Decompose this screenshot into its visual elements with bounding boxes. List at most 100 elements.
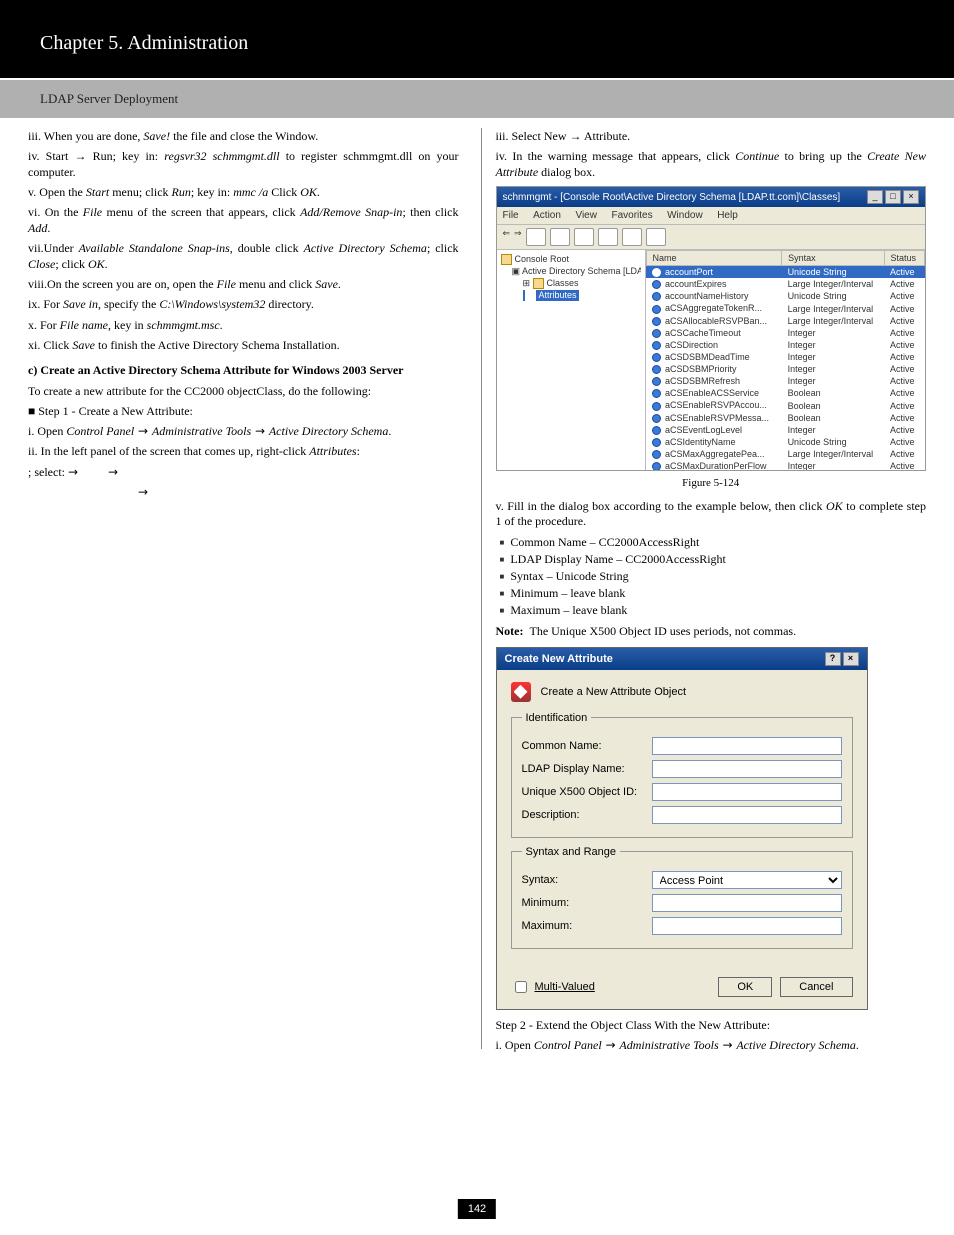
back-icon[interactable]: ⇐ [503, 228, 511, 246]
window-buttons[interactable]: _□× [865, 190, 919, 204]
page-number: 142 [458, 1199, 496, 1219]
mmc-title: schmmgmt - [Console Root\Active Director… [503, 192, 841, 203]
bullet-1: Common Name – CC2000AccessRight [496, 535, 927, 550]
table-row[interactable]: aCSMaxDurationPerFlowIntegerActive [646, 460, 925, 470]
step1-heading: ■ Step 1 - Create a New Attribute: [28, 404, 459, 419]
step-xi: xi. Click Save to finish the Active Dire… [28, 338, 459, 353]
oid-input[interactable] [652, 783, 842, 801]
col-syntax[interactable]: Syntax [782, 251, 884, 266]
multi-valued-checkbox[interactable]: Multi-Valued [511, 978, 595, 996]
col-name[interactable]: Name [646, 251, 782, 266]
tree-root[interactable]: Console Root [515, 254, 570, 264]
step2-i: i. Open Control Panel → Administrative T… [496, 1038, 927, 1053]
table-row[interactable]: aCSDSBMRefreshIntegerActive [646, 375, 925, 387]
tool-icon[interactable] [574, 228, 594, 246]
step-iv: iv. Start → Run; key in: regsvr32 schmmg… [28, 149, 459, 180]
description-label: Description: [522, 809, 652, 821]
mmc-tree[interactable]: Console Root ▣ Active Directory Schema [… [497, 250, 646, 470]
note: Note:The Unique X500 Object ID uses peri… [496, 624, 927, 639]
syntax-range-legend: Syntax and Range [522, 846, 621, 858]
bullet-5: Maximum – leave blank [496, 603, 927, 618]
table-row[interactable]: aCSEnableACSServiceBooleanActive [646, 387, 925, 399]
step-x: x. For File name, key in schmmgmt.msc. [28, 318, 459, 333]
maximum-label: Maximum: [522, 920, 652, 932]
step-v: v. Open the Start menu; click Run; key i… [28, 185, 459, 200]
close-icon: × [903, 190, 919, 204]
cancel-button[interactable]: Cancel [780, 977, 852, 997]
table-row[interactable]: aCSDSBMDeadTimeIntegerActive [646, 351, 925, 363]
section-title: LDAP Server Deployment [40, 91, 178, 107]
oid-label: Unique X500 Object ID: [522, 786, 652, 798]
r-step-iii: iii. Select New → Attribute. [496, 129, 927, 144]
step-ix: ix. For Save in, specify the C:\Windows\… [28, 297, 459, 312]
step-vii: vii.Under Available Standalone Snap-ins,… [28, 241, 459, 272]
left-select-arrow: ; select: → → [28, 465, 459, 480]
menu-view[interactable]: View [575, 210, 597, 221]
tree-schema[interactable]: Active Directory Schema [LDAP.tt.com] [522, 266, 640, 276]
table-row[interactable]: aCSCacheTimeoutIntegerActive [646, 327, 925, 339]
c-intro: To create a new attribute for the CC2000… [28, 384, 459, 399]
col-status[interactable]: Status [884, 251, 924, 266]
bullet-4: Minimum – leave blank [496, 586, 927, 601]
menu-file[interactable]: File [503, 210, 519, 221]
step-viii: viii.On the screen you are on, open the … [28, 277, 459, 292]
syntax-range-group: Syntax and Range Syntax:Access Point Min… [511, 846, 853, 949]
folder-icon [501, 254, 512, 265]
column-divider [481, 128, 482, 1049]
menu-action[interactable]: Action [533, 210, 561, 221]
table-row[interactable]: accountNameHistoryUnicode StringActive [646, 290, 925, 302]
minimum-input[interactable] [652, 894, 842, 912]
description-input[interactable] [652, 806, 842, 824]
dialog-titlebar[interactable]: Create New Attribute ?× [497, 648, 867, 670]
fwd-icon[interactable]: ⇒ [514, 228, 522, 246]
folder-icon [533, 278, 544, 289]
common-name-label: Common Name: [522, 740, 652, 752]
left-extra-arrow: → [138, 485, 459, 500]
chapter-title: Chapter 5. Administration [40, 32, 248, 55]
mmc-toolbar[interactable]: ⇐⇒ [497, 225, 926, 250]
r-step-iv: iv. In the warning message that appears,… [496, 149, 927, 180]
attribute-icon [511, 682, 531, 702]
table-row[interactable]: aCSEnableRSVPAccou...BooleanActive [646, 399, 925, 411]
step1-i: i. Open Control Panel → Administrative T… [28, 424, 459, 439]
tool-icon[interactable] [622, 228, 642, 246]
table-row[interactable]: aCSIdentityNameUnicode StringActive [646, 436, 925, 448]
tool-icon[interactable] [646, 228, 666, 246]
table-row[interactable]: aCSEventLogLevelIntegerActive [646, 424, 925, 436]
menu-help[interactable]: Help [717, 210, 738, 221]
ldap-name-input[interactable] [652, 760, 842, 778]
tree-attributes[interactable]: Attributes [523, 290, 579, 301]
dialog-window-buttons[interactable]: ?× [823, 652, 859, 666]
mmc-list[interactable]: Name Syntax Status accountPortUnicode St… [646, 250, 926, 470]
common-name-input[interactable] [652, 737, 842, 755]
mmc-screenshot: schmmgmt - [Console Root\Active Director… [496, 186, 927, 471]
table-row[interactable]: aCSDirectionIntegerActive [646, 339, 925, 351]
table-row[interactable]: aCSEnableRSVPMessa...BooleanActive [646, 412, 925, 424]
tree-classes[interactable]: Classes [547, 278, 579, 288]
maximum-input[interactable] [652, 917, 842, 935]
ldap-name-label: LDAP Display Name: [522, 763, 652, 775]
tool-icon[interactable] [526, 228, 546, 246]
step-iii: iii. When you are done, Save! the file a… [28, 129, 459, 144]
table-row[interactable]: aCSAllocableRSVPBan...Large Integer/Inte… [646, 315, 925, 327]
dialog-title: Create New Attribute [505, 653, 613, 665]
tool-icon[interactable] [550, 228, 570, 246]
mmc-menubar[interactable]: File Action View Favorites Window Help [497, 207, 926, 225]
dialog-heading: Create a New Attribute Object [541, 686, 687, 698]
bullet-3: Syntax – Unicode String [496, 569, 927, 584]
table-row[interactable]: accountExpiresLarge Integer/IntervalActi… [646, 278, 925, 290]
create-attribute-dialog: Create New Attribute ?× Create a New Att… [496, 647, 868, 1010]
table-row[interactable]: aCSAggregateTokenR...Large Integer/Inter… [646, 302, 925, 314]
table-row[interactable]: aCSMaxAggregatePea...Large Integer/Inter… [646, 448, 925, 460]
step1-ii: ii. In the left panel of the screen that… [28, 444, 459, 459]
table-row[interactable]: aCSDSBMPriorityIntegerActive [646, 363, 925, 375]
menu-favorites[interactable]: Favorites [611, 210, 652, 221]
menu-window[interactable]: Window [667, 210, 703, 221]
help-icon: ? [825, 652, 841, 666]
tool-icon[interactable] [598, 228, 618, 246]
mmc-titlebar[interactable]: schmmgmt - [Console Root\Active Director… [497, 187, 926, 207]
identification-group: Identification Common Name: LDAP Display… [511, 712, 853, 838]
syntax-label: Syntax: [522, 874, 652, 886]
syntax-select[interactable]: Access Point [652, 871, 842, 889]
ok-button[interactable]: OK [718, 977, 772, 997]
